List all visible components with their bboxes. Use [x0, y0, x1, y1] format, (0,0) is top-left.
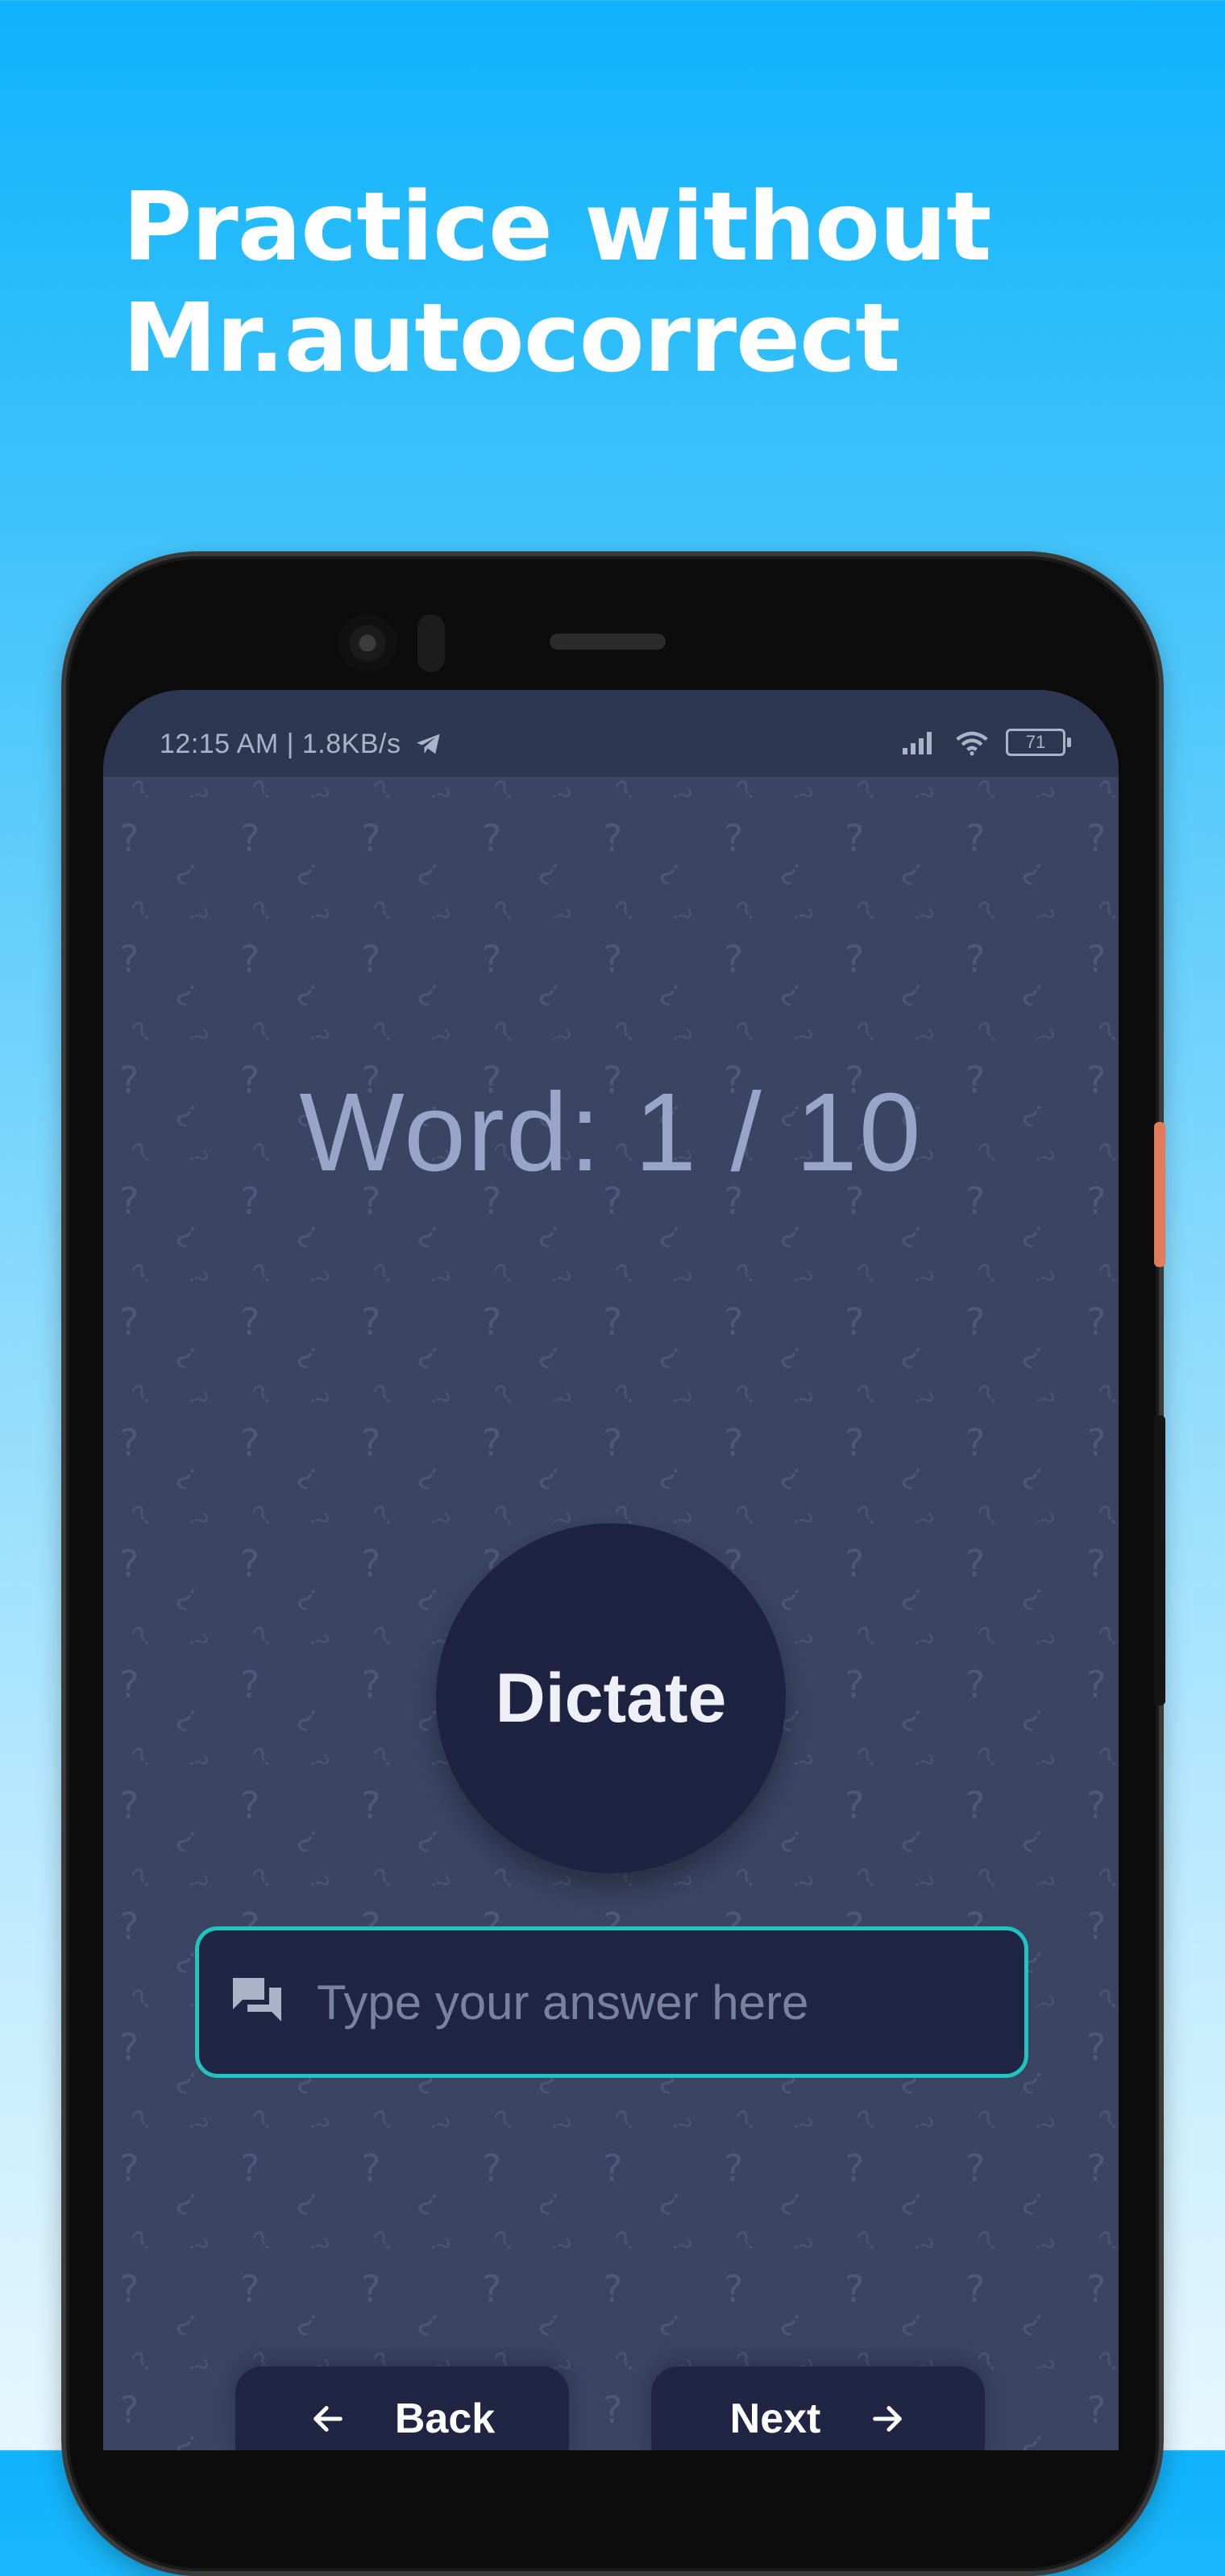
app-screen: ? ¿ ? ? 12:15 AM | 1.8KB/s: [103, 690, 1119, 2450]
answer-field[interactable]: [195, 1926, 1028, 2078]
chat-bubbles-icon: [233, 1978, 281, 2021]
battery-indicator: 71: [1006, 729, 1071, 756]
headline-line-1: Practice without: [122, 171, 992, 282]
next-button[interactable]: Next: [651, 2366, 985, 2450]
dictate-button[interactable]: Dictate: [436, 1523, 786, 1873]
battery-level: 71: [1025, 732, 1046, 752]
wifi-icon: [956, 731, 988, 756]
proximity-sensor: [417, 614, 445, 672]
power-button: [1154, 1122, 1165, 1267]
status-indicators: 71: [903, 729, 1071, 756]
status-time: 12:15 AM | 1.8KB/s: [160, 729, 442, 760]
volume-button: [1154, 1415, 1165, 1706]
arrow-left-icon: [314, 2406, 343, 2432]
earpiece-speaker: [550, 634, 666, 650]
back-button[interactable]: Back: [235, 2366, 569, 2450]
next-label: Next: [729, 2395, 821, 2442]
promo-headline: Practice without Mr.autocorrect: [122, 171, 1090, 393]
arrow-right-icon: [873, 2406, 903, 2432]
status-time-text: 12:15 AM | 1.8KB/s: [160, 729, 401, 759]
word-counter: Word: 1 / 10: [299, 1070, 923, 1195]
telegram-icon: [417, 733, 441, 754]
answer-input[interactable]: [317, 1930, 1024, 2074]
front-camera: [338, 614, 397, 672]
signal-icon: [903, 732, 932, 754]
dictate-label: Dictate: [495, 1659, 727, 1737]
back-label: Back: [394, 2395, 496, 2442]
headline-line-2: Mr.autocorrect: [122, 282, 901, 393]
status-bar: 12:15 AM | 1.8KB/s 71: [103, 690, 1119, 777]
